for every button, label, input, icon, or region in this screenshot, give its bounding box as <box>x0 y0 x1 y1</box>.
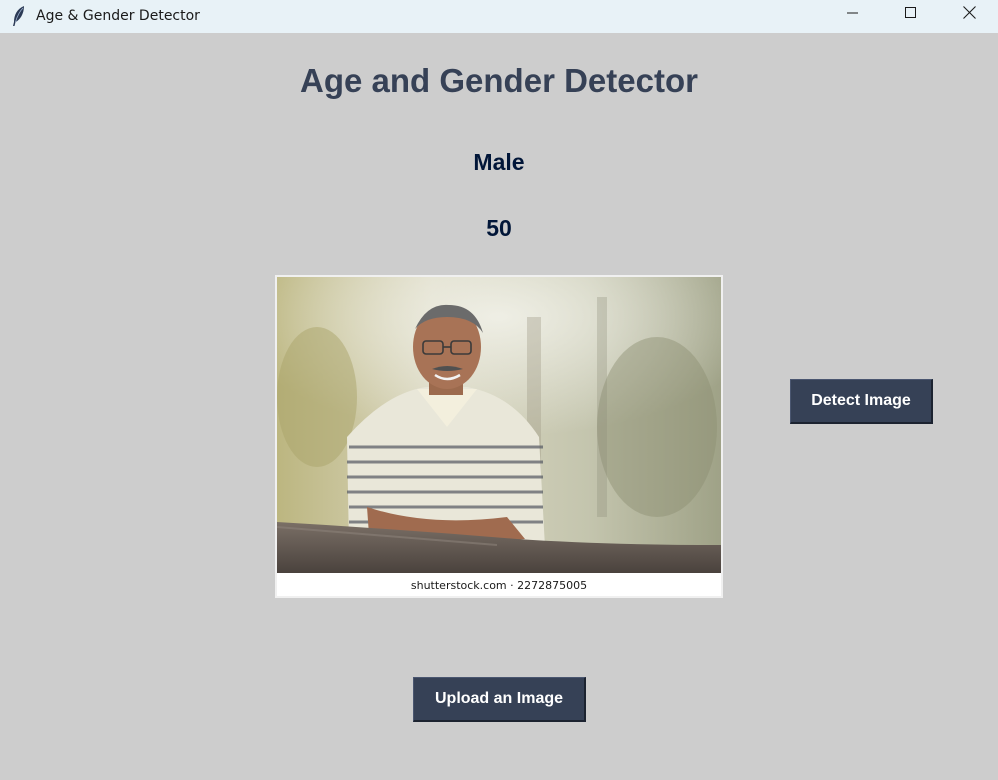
detect-image-button[interactable]: Detect Image <box>790 379 933 424</box>
age-result: 50 <box>486 215 512 241</box>
maximize-button[interactable] <box>882 0 940 30</box>
close-button[interactable] <box>940 0 998 30</box>
image-watermark: shutterstock.com · 2272875005 <box>410 579 588 592</box>
feather-icon <box>11 5 27 27</box>
page-title: Age and Gender Detector <box>300 62 698 99</box>
title-bar[interactable]: Age & Gender Detector <box>0 0 998 33</box>
app-window: Age & Gender Detector Age and Gender Det… <box>0 0 998 780</box>
close-icon <box>962 6 976 24</box>
window-title: Age & Gender Detector <box>36 8 200 24</box>
maximize-icon <box>905 6 917 24</box>
uploaded-photo: shutterstock.com · 2272875005 <box>275 275 723 598</box>
upload-image-button[interactable]: Upload an Image <box>413 677 586 722</box>
gender-result: Male <box>473 149 525 175</box>
minimize-button[interactable] <box>824 0 882 30</box>
minimize-icon <box>847 6 859 24</box>
